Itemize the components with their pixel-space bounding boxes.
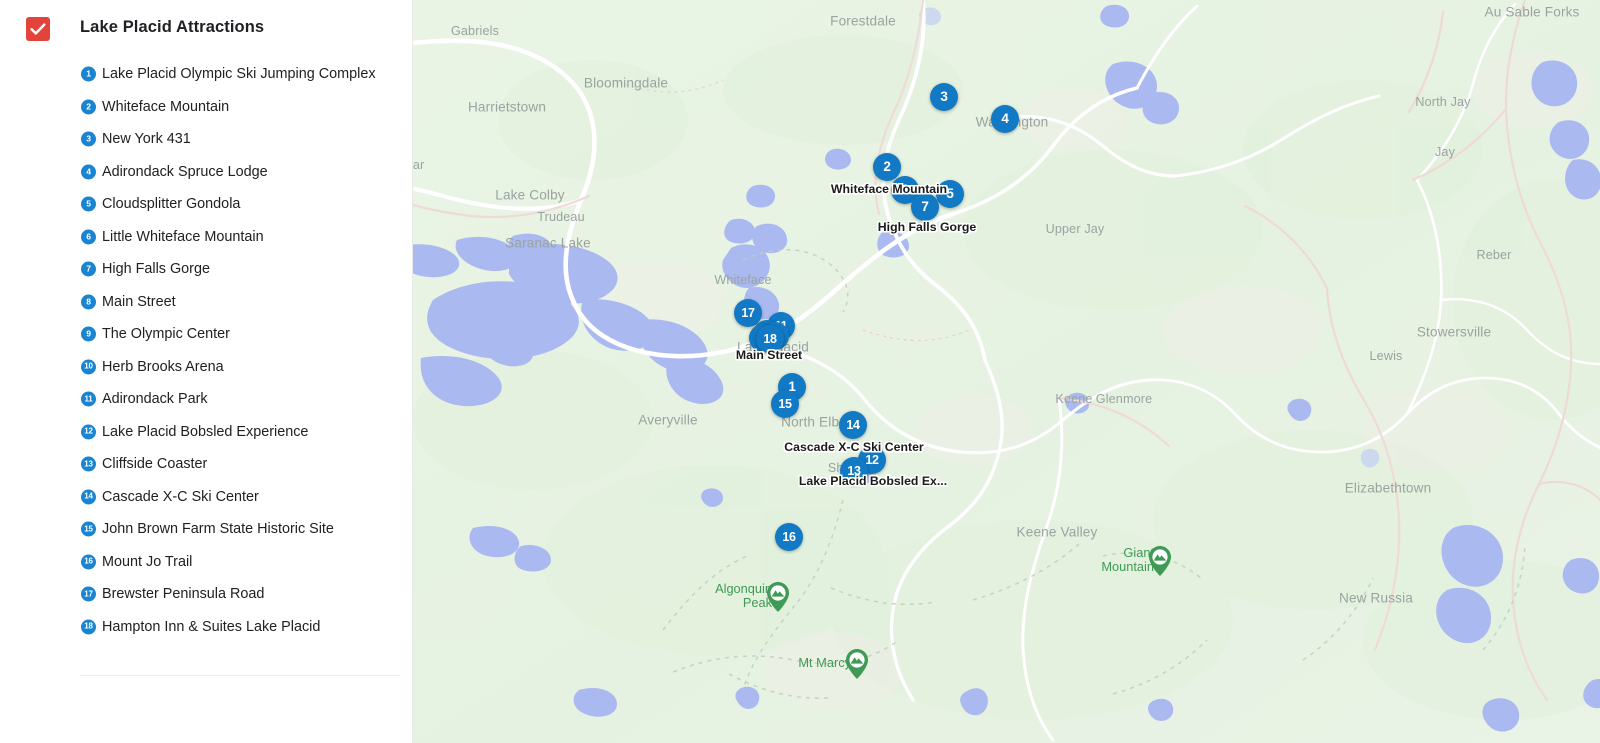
list-item[interactable]: 3 New York 431 [0,123,413,156]
list-item-label: Main Street [102,293,176,310]
list-item[interactable]: 5 Cloudsplitter Gondola [0,188,413,221]
list-item-label: Brewster Peninsula Road [102,586,265,603]
map-marker[interactable]: 14 [839,411,867,439]
list-item-number-badge: 10 [81,359,96,375]
list-item-label: Hampton Inn & Suites Lake Placid [102,618,321,635]
map-marker[interactable]: 15 [771,390,799,418]
list-item-number-badge: 18 [81,619,96,635]
list-item[interactable]: 8 Main Street [0,286,413,319]
list-item-number-badge: 8 [81,294,96,310]
list-item[interactable]: 7 High Falls Gorge [0,253,413,286]
list-item-label: Cascade X-C Ski Center [102,488,259,505]
list-item[interactable]: 10 Herb Brooks Arena [0,351,413,384]
map-marker[interactable]: 13 [840,457,868,485]
list-item[interactable]: 14 Cascade X-C Ski Center [0,481,413,514]
list-item-label: Adirondack Spruce Lodge [102,163,268,180]
list-item[interactable]: 1 Lake Placid Olympic Ski Jumping Complex [0,58,413,91]
list-item-number-badge: 15 [81,521,96,537]
list-item[interactable]: 9 The Olympic Center [0,318,413,351]
list-item-number-badge: 2 [81,99,96,115]
list-item[interactable]: 16 Mount Jo Trail [0,546,413,579]
list-item-label: Lake Placid Bobsled Experience [102,423,309,440]
list-item[interactable]: 4 Adirondack Spruce Lodge [0,156,413,189]
attraction-list: 1 Lake Placid Olympic Ski Jumping Complex… [0,58,413,643]
map-marker[interactable]: 18 [756,325,784,353]
list-divider [80,675,400,676]
list-item-label: Lake Placid Olympic Ski Jumping Complex [102,66,376,83]
list-item-number-badge: 13 [81,456,96,472]
list-item-label: Mount Jo Trail [102,553,193,570]
map-application: Lake Placid Attractions 1 Lake Placid Oly… [0,0,1600,743]
list-item-number-badge: 1 [81,66,96,82]
list-item[interactable]: 18 Hampton Inn & Suites Lake Placid [0,611,413,644]
list-item-label: Herb Brooks Arena [102,358,224,375]
list-item-number-badge: 4 [81,164,96,180]
list-item-label: High Falls Gorge [102,261,210,278]
list-item-number-badge: 6 [81,229,96,245]
list-item[interactable]: 15 John Brown Farm State Historic Site [0,513,413,546]
list-item-label: Adirondack Park [102,391,208,408]
list-item-label: Whiteface Mountain [102,98,230,115]
list-item-number-badge: 16 [81,554,96,570]
checkmark-icon [26,17,50,41]
map-marker[interactable]: 16 [775,523,803,551]
list-item-number-badge: 12 [81,424,96,440]
list-item-number-badge: 3 [81,131,96,147]
list-item-number-badge: 11 [81,391,96,407]
list-item-label: Cloudsplitter Gondola [102,196,241,213]
list-item-number-badge: 7 [81,261,96,277]
list-item-number-badge: 17 [81,586,96,602]
list-item-label: John Brown Farm State Historic Site [102,521,334,538]
list-item-label: The Olympic Center [102,326,230,343]
list-item-number-badge: 9 [81,326,96,342]
list-item[interactable]: 12 Lake Placid Bobsled Experience [0,416,413,449]
panel-header: Lake Placid Attractions [0,0,413,58]
map-marker[interactable]: 2 [873,153,901,181]
list-item[interactable]: 2 Whiteface Mountain [0,91,413,124]
map-marker[interactable]: 4 [991,105,1019,133]
map-viewport[interactable]: Gabriels Forestdale Bloomingdale Harrietsto… [413,0,1600,743]
page-title: Lake Placid Attractions [80,18,265,36]
map-marker[interactable]: 5 [936,180,964,208]
list-item[interactable]: 13 Cliffside Coaster [0,448,413,481]
list-item-label: Little Whiteface Mountain [102,228,264,245]
map-marker[interactable]: 7 [911,193,939,221]
layer-checkbox[interactable] [26,17,50,41]
list-item-number-badge: 5 [81,196,96,212]
attractions-sidebar: Lake Placid Attractions 1 Lake Placid Oly… [0,0,413,743]
list-item[interactable]: 6 Little Whiteface Mountain [0,221,413,254]
list-item[interactable]: 17 Brewster Peninsula Road [0,578,413,611]
list-item-number-badge: 14 [81,489,96,505]
list-item-label: New York 431 [102,131,191,148]
list-item-label: Cliffside Coaster [102,456,208,473]
map-marker[interactable]: 3 [930,83,958,111]
list-item[interactable]: 11 Adirondack Park [0,383,413,416]
